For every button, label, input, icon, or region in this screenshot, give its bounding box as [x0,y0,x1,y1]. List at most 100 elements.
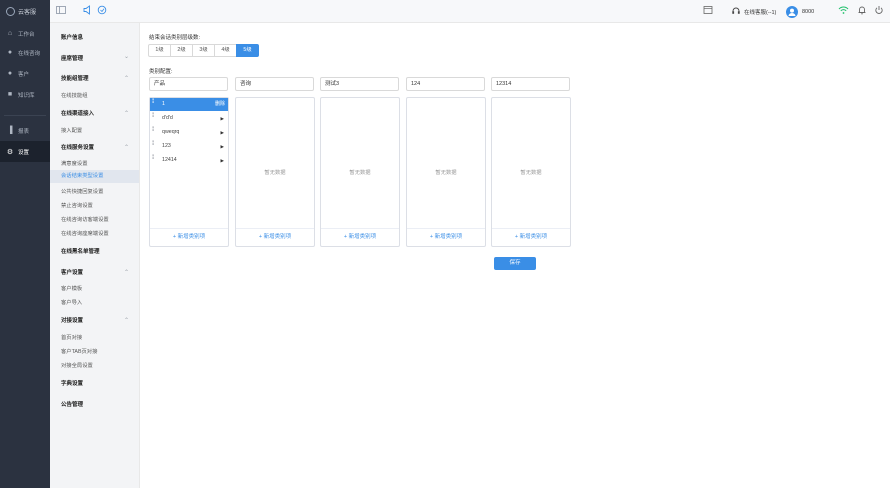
add-category-item-button[interactable]: + 新增类别项 [236,228,314,246]
subnav-common-quick-reply[interactable]: 公共快捷回复设置 [61,187,103,195]
subnav-satisfaction-settings[interactable]: 满意度设置 [61,159,88,167]
subnav-session-end-type-settings[interactable]: 会话结束类型设置 [50,170,139,183]
drag-handle-icon[interactable]: ⁞⁞ [152,141,155,151]
save-button[interactable]: 保存 [494,257,536,270]
subnav-homepage-integration[interactable]: 首页对接 [61,333,82,341]
list-item-label: 12414 [162,157,177,163]
level-selector: 1级 2级 3级 4级 5级 [148,44,259,57]
nav-label: 设置 [18,149,30,156]
chevron-up-icon[interactable]: ⌃ [124,269,129,276]
book-icon: ■ [7,91,13,98]
list-item-label: 123 [162,143,171,149]
subnav-online-skill-group[interactable]: 在线技能组 [61,91,88,99]
delete-button[interactable]: 删除 [215,98,225,111]
bell-icon[interactable] [856,5,868,17]
subnav-skill-group-mgmt[interactable]: 技能组管理 [61,74,89,82]
add-category-item-button[interactable]: + 新增类别项 [150,228,228,246]
level-option-2[interactable]: 2级 [170,44,193,57]
level-option-1[interactable]: 1级 [148,44,171,57]
nav-label: 知识库 [18,92,35,99]
list-item-label: d'd'd [162,115,173,121]
chevron-down-icon[interactable]: ⌄ [124,53,129,60]
subnav-customer-tab-integration[interactable]: 客户TAB页对接 [61,347,97,355]
subnav-global-integration[interactable]: 对接全局设置 [61,361,93,369]
nav-item-customer[interactable]: ● 客户 [0,63,50,84]
levels-label: 结束会话类别层级数: [149,35,201,41]
agent-status[interactable]: 在线客服(--1) [731,0,776,23]
drag-handle-icon[interactable]: ⁞⁞ [152,99,155,109]
collapse-sidebar-icon[interactable] [55,5,67,17]
subnav-customer-import[interactable]: 客户导入 [61,298,82,306]
category-input-2[interactable]: 咨询 [235,77,314,91]
add-category-item-button[interactable]: + 新增类别项 [492,228,570,246]
refresh-icon[interactable] [96,5,108,17]
subnav-online-service-settings[interactable]: 在线服务设置 [61,143,94,151]
agent-id: 8000 [802,8,815,15]
chevron-up-icon[interactable]: ⌃ [124,75,129,82]
add-category-item-button[interactable]: + 新增类别项 [321,228,399,246]
category-panel-1: ⁞⁞ 1 删除 ⁞⁞ d'd'd ▶ ⁞⁞ qweqrq ▶ ⁞⁞ 123 ▶ … [149,97,229,247]
nav-label: 客户 [18,71,30,78]
nav-item-settings[interactable]: ⚙ 设置 [0,141,50,162]
chevron-up-icon[interactable]: ⌃ [124,317,129,324]
subnav-seat-mgmt[interactable]: 座席管理 [61,54,83,62]
category-input-3[interactable]: 测试3 [320,77,399,91]
empty-text: 暂无数据 [520,170,542,176]
list-item-label: qweqrq [162,129,180,135]
logo-icon [6,7,15,16]
drag-handle-icon[interactable]: ⁞⁞ [152,127,155,137]
chart-icon: ▐ [7,127,13,134]
subnav-online-blacklist[interactable]: 在线黑名单管理 [61,247,100,255]
subnav-customer-template[interactable]: 客户模板 [61,284,82,292]
subnav-access-config[interactable]: 接入配置 [61,126,82,134]
subnav-forbidden-consult[interactable]: 禁止咨询设置 [61,201,93,209]
chat-icon: ● [7,49,13,56]
subnav-announcement-mgmt[interactable]: 公告管理 [61,400,83,408]
category-input-1[interactable]: 产品 [149,77,228,91]
caret-right-icon: ▶ [220,116,224,121]
list-item[interactable]: ⁞⁞ 123 ▶ [150,140,228,153]
caret-right-icon: ▶ [220,130,224,135]
notebook-icon[interactable] [702,5,714,17]
empty-text: 暂无数据 [435,170,457,176]
category-input-4[interactable]: 124 [406,77,485,91]
user-menu[interactable]: 8000 [786,0,814,23]
list-item[interactable]: ⁞⁞ 12414 ▶ [150,154,228,167]
nav-label: 报表 [18,128,30,135]
nav-label: 在线咨询 [18,50,41,57]
list-item[interactable]: ⁞⁞ d'd'd ▶ [150,112,228,125]
subnav-dictionary-settings[interactable]: 字典设置 [61,379,83,387]
list-item[interactable]: ⁞⁞ 1 删除 [150,98,228,111]
home-icon: ⌂ [7,30,13,37]
subnav-integration-settings[interactable]: 对接设置 [61,316,83,324]
nav-item-reports[interactable]: ▐ 报表 [0,120,50,141]
headset-icon [731,6,741,18]
subnav-account-info[interactable]: 账户信息 [61,33,83,41]
subnav-agent-chat-settings[interactable]: 在线咨询座席端设置 [61,229,109,237]
caret-right-icon: ▶ [220,144,224,149]
list-item[interactable]: ⁞⁞ qweqrq ▶ [150,126,228,139]
chevron-up-icon[interactable]: ⌃ [124,144,129,151]
category-panel-4: 暂无数据 + 新增类别项 [406,97,486,247]
drag-handle-icon[interactable]: ⁞⁞ [152,113,155,123]
subnav-customer-settings[interactable]: 客户设置 [61,268,83,276]
add-category-item-button[interactable]: + 新增类别项 [407,228,485,246]
subnav-online-channel-access[interactable]: 在线渠道接入 [61,109,94,117]
nav-item-online-consult[interactable]: ● 在线咨询 [0,42,50,63]
drag-handle-icon[interactable]: ⁞⁞ [152,155,155,165]
power-icon[interactable] [873,5,885,17]
list-item-label: 1 [162,101,165,107]
level-option-4[interactable]: 4级 [214,44,237,57]
empty-text: 暂无数据 [349,170,371,176]
speaker-icon[interactable] [82,5,94,17]
app-logo: 云客服 [0,0,50,23]
level-option-3[interactable]: 3级 [192,44,215,57]
category-input-5[interactable]: 12314 [491,77,570,91]
level-option-5[interactable]: 5级 [236,44,259,57]
agent-status-label: 在线客服(--1) [744,9,777,16]
settings-subnav: 账户信息 座席管理 ⌄ 技能组管理 ⌃ 在线技能组 在线渠道接入 ⌃ 接入配置 … [50,23,140,488]
subnav-visitor-chat-settings[interactable]: 在线咨询访客端设置 [61,215,109,223]
nav-item-knowledge-base[interactable]: ■ 知识库 [0,84,50,105]
chevron-up-icon[interactable]: ⌃ [124,110,129,117]
nav-item-workbench[interactable]: ⌂ 工作台 [0,23,50,44]
